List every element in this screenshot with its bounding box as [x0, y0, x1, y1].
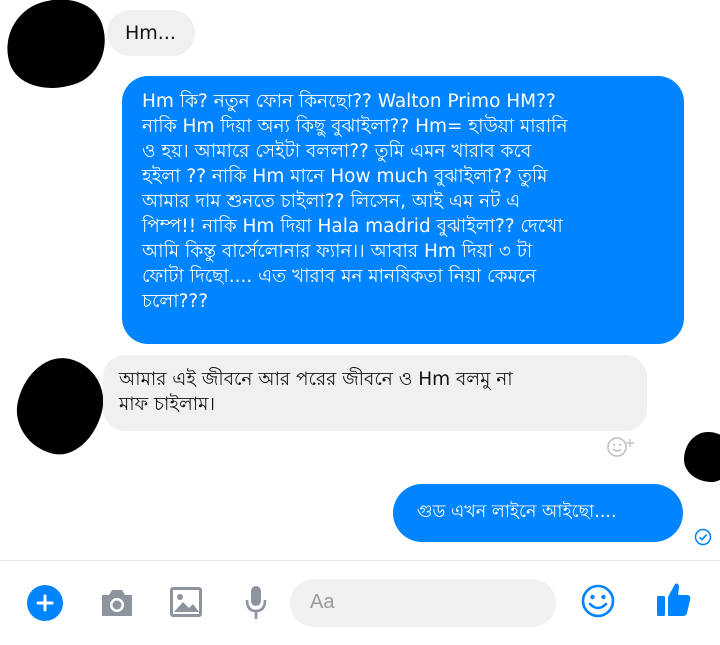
- redacted-avatar: [684, 432, 720, 482]
- camera-icon[interactable]: [98, 585, 136, 621]
- add-reaction-icon[interactable]: [606, 435, 636, 459]
- emoji-icon[interactable]: [578, 581, 618, 621]
- outgoing-message: গুড এখন লাইনে আইছো....: [393, 484, 683, 542]
- image-icon[interactable]: [166, 583, 206, 621]
- redacted-avatar: [0, 0, 118, 102]
- delivered-check-icon: [694, 528, 712, 546]
- like-icon[interactable]: [652, 575, 696, 623]
- plus-icon[interactable]: [27, 585, 63, 621]
- incoming-message: আমার এই জীবনে আর পরের জীবনে ও Hm বলমু না…: [103, 355, 647, 431]
- message-composer: Aa: [0, 560, 720, 645]
- outgoing-message: Hm কি? নতুন ফোন কিনছো?? Walton Primo HM?…: [122, 76, 684, 344]
- message-thread: Hm... Hm কি? নতুন ফোন কিনছো?? Walton Pri…: [0, 0, 720, 560]
- redacted-avatar: [7, 349, 113, 463]
- mic-icon[interactable]: [238, 581, 274, 625]
- message-input[interactable]: Aa: [290, 579, 556, 627]
- incoming-message: Hm...: [107, 10, 195, 56]
